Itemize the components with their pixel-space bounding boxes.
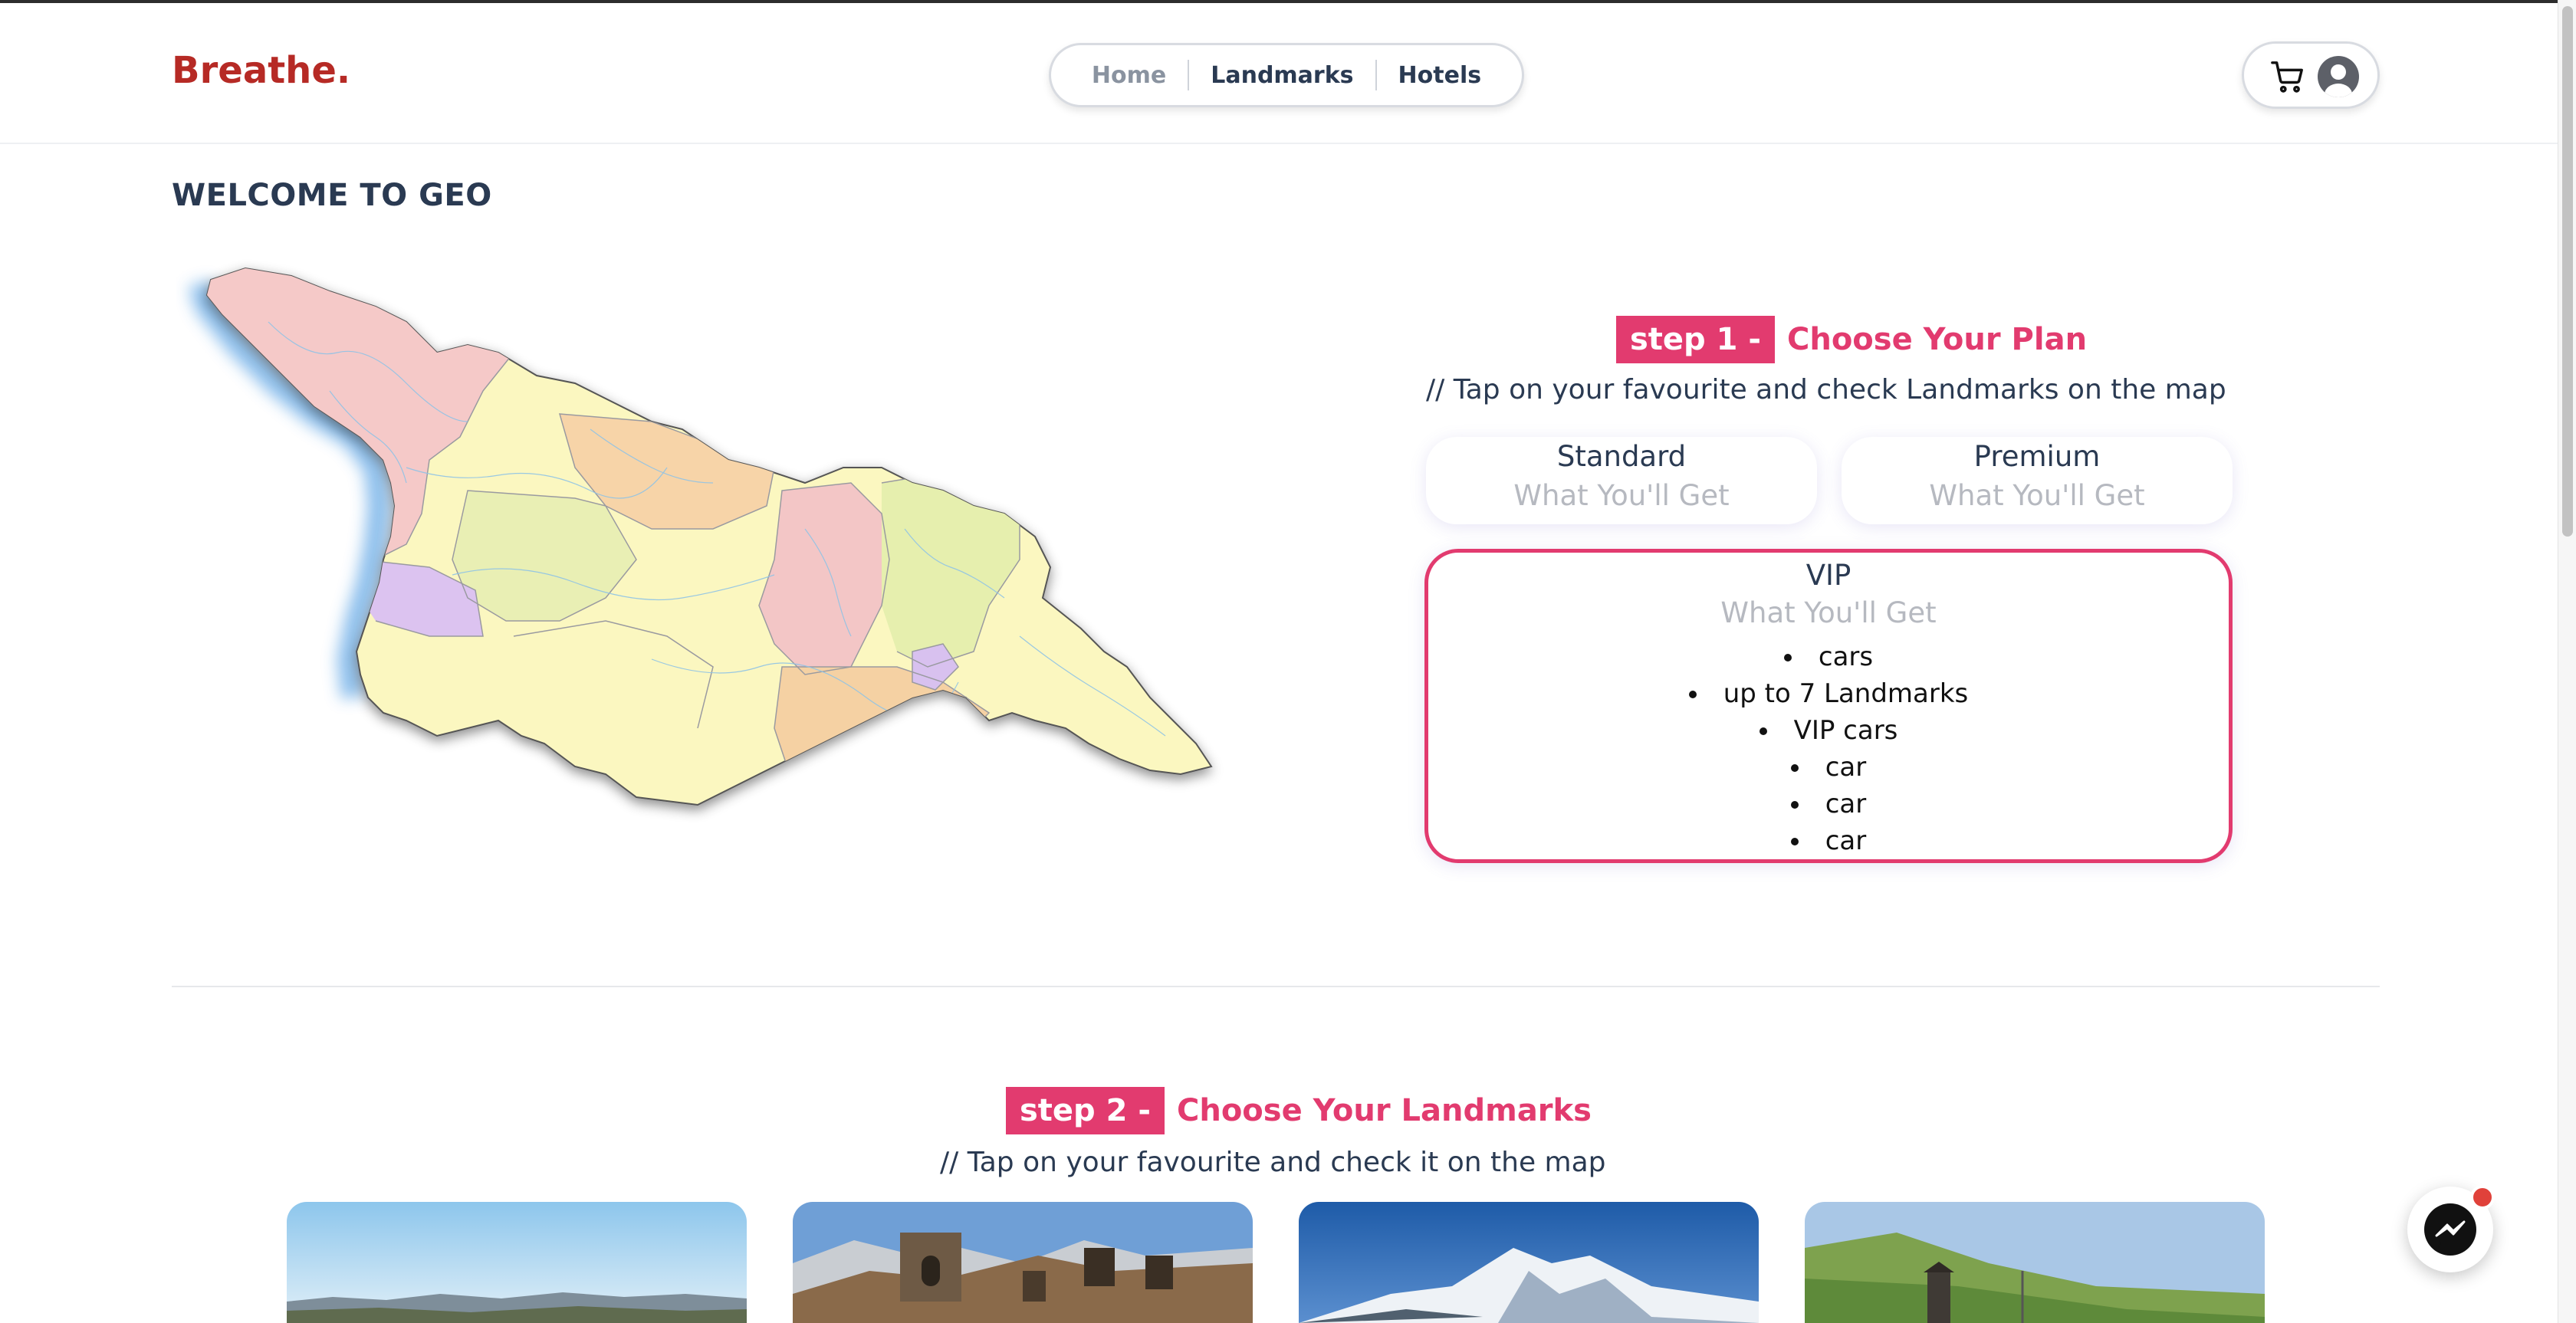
step1-badge: step 1 - <box>1616 316 1775 363</box>
step1-heading: step 1 - Choose Your Plan <box>1616 316 2087 363</box>
step1-hint: // Tap on your favourite and check Landm… <box>1426 374 2226 405</box>
plan-feature-item: up to 7 Landmarks <box>1428 675 2229 712</box>
step2-title: Choose Your Landmarks <box>1176 1093 1592 1128</box>
site-header: Breathe. Home Landmarks Hotels <box>0 3 2558 144</box>
cart-icon[interactable] <box>2270 59 2305 94</box>
main-nav: Home Landmarks Hotels <box>1049 43 1524 107</box>
plan-feature-item: car <box>1428 749 2229 786</box>
plan-vip-card[interactable]: VIP What You'll Get cars up to 7 Landmar… <box>1424 549 2233 863</box>
nav-landmarks[interactable]: Landmarks <box>1189 62 1375 89</box>
plan-premium-name: Premium <box>1973 440 2101 473</box>
welcome-title: WELCOME TO GEO <box>172 178 492 213</box>
notification-badge <box>2470 1185 2495 1210</box>
messenger-chat-button[interactable] <box>2407 1185 2495 1272</box>
landmark-card-image[interactable] <box>793 1202 1253 1323</box>
logo[interactable]: Breathe. <box>172 49 350 92</box>
landmark-card-image[interactable] <box>1805 1202 2265 1323</box>
user-menu[interactable] <box>2242 41 2380 109</box>
nav-home[interactable]: Home <box>1070 62 1188 89</box>
plan-standard-card[interactable]: Standard What You'll Get <box>1426 437 1817 524</box>
plan-feature-item: car <box>1428 786 2229 822</box>
landmark-card-image[interactable] <box>287 1202 747 1323</box>
step2-heading: step 2 - Choose Your Landmarks <box>1006 1087 1592 1134</box>
plan-feature-item: VIP cars <box>1428 712 2229 749</box>
plan-feature-item: car <box>1428 822 2229 859</box>
section-divider <box>172 986 2380 987</box>
plan-vip-subtitle: What You'll Get <box>1720 596 1937 629</box>
scrollbar-thumb[interactable] <box>2562 6 2573 537</box>
plan-vip-name: VIP <box>1806 559 1852 592</box>
plan-premium-subtitle: What You'll Get <box>1929 479 2145 512</box>
nav-hotels[interactable]: Hotels <box>1377 62 1503 89</box>
user-avatar-icon[interactable] <box>2318 56 2359 97</box>
plan-premium-card[interactable]: Premium What You'll Get <box>1842 437 2233 524</box>
plan-feature-item: cars <box>1428 639 2229 675</box>
step2-hint: // Tap on your favourite and check it on… <box>940 1147 1606 1178</box>
step2-badge: step 2 - <box>1006 1087 1165 1134</box>
plan-standard-name: Standard <box>1556 440 1687 473</box>
plan-standard-subtitle: What You'll Get <box>1513 479 1730 512</box>
landmark-card-image[interactable] <box>1299 1202 1759 1323</box>
step1-title: Choose Your Plan <box>1786 322 2088 357</box>
georgia-region-map[interactable] <box>176 238 1273 835</box>
plan-vip-features: cars up to 7 Landmarks VIP cars car car … <box>1428 639 2229 859</box>
